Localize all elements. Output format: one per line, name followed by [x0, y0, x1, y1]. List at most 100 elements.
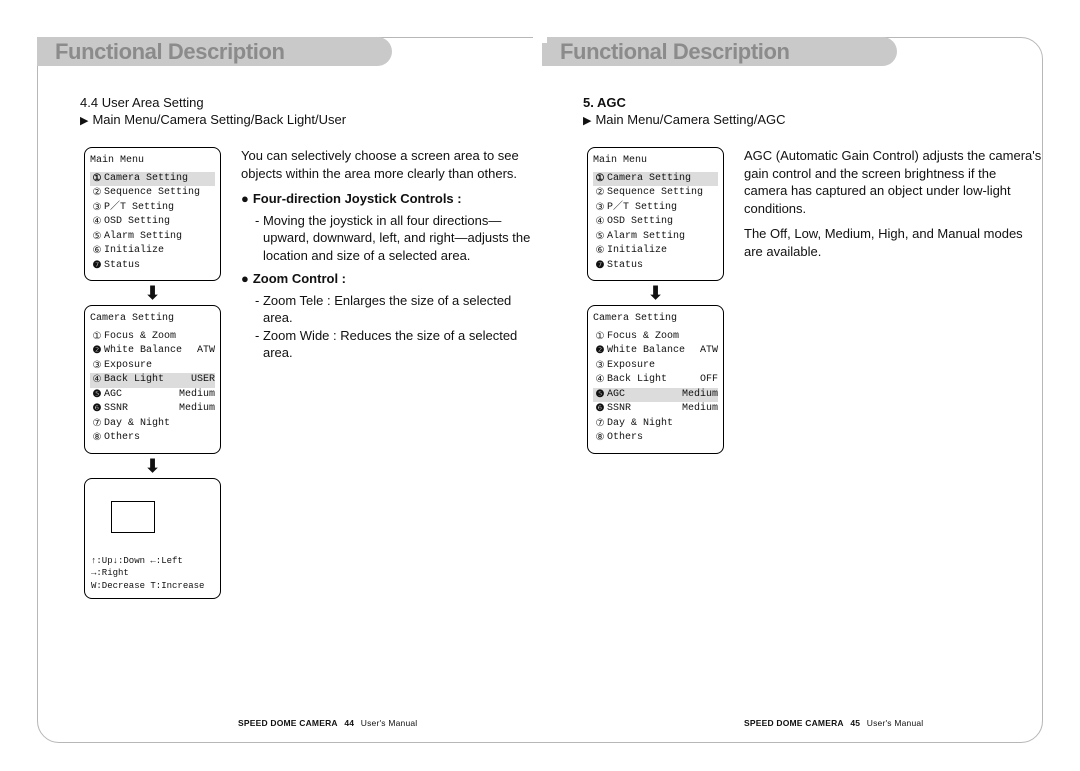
osd-row-index: ⑤: [593, 230, 607, 245]
page-frame: Functional Description Functional Descri…: [37, 37, 1043, 743]
osd-row-label: OSD Setting: [104, 215, 215, 230]
footer-doc-title: User's Manual: [867, 718, 924, 728]
osd-main-menu: Main Menu ①Camera Setting②Sequence Setti…: [84, 147, 221, 281]
osd-row-label: Others: [607, 431, 718, 446]
osd-row-index: ⑦: [90, 417, 104, 432]
osd-row-label: Back Light: [104, 373, 187, 388]
osd-menu-row: ❷White BalanceATW: [593, 344, 718, 359]
osd-row-value: ATW: [696, 344, 718, 359]
page-44: 4.4 User Area Setting ▶Main Menu/Camera …: [80, 95, 540, 700]
osd-menu-row: ①Focus & Zoom: [90, 330, 215, 345]
osd-row-label: White Balance: [104, 344, 193, 359]
osd-row-index: ❷: [90, 344, 104, 359]
list-item: - Zoom Tele : Enlarges the size of a sel…: [255, 292, 540, 327]
osd-menu-row: ❷White BalanceATW: [90, 344, 215, 359]
osd-row-value: Medium: [678, 388, 718, 403]
section-heading: 4.4 User Area Setting: [80, 95, 540, 110]
osd-box-title: Camera Setting: [90, 312, 215, 327]
preview-controls-line: ↑:Up↓:Down ←:Left →:Right: [91, 555, 214, 580]
osd-box-title: Main Menu: [90, 154, 215, 169]
osd-row-label: AGC: [104, 388, 175, 403]
footer-product: SPEED DOME CAMERA: [238, 718, 338, 728]
osd-menu-row: ③P／T Setting: [593, 201, 718, 216]
osd-camera-setting-menu: Camera Setting ①Focus & Zoom❷White Balan…: [587, 305, 724, 454]
list-item: - Moving the joystick in all four direct…: [255, 212, 540, 265]
osd-row-index: ①: [90, 330, 104, 345]
lead-paragraph: AGC (Automatic Gain Control) adjusts the…: [744, 147, 1043, 217]
body-paragraph: The Off, Low, Medium, High, and Manual m…: [744, 225, 1043, 260]
osd-menu-row: ❺AGCMedium: [90, 388, 215, 403]
osd-menu-row: ⑦Day & Night: [593, 417, 718, 432]
osd-menu-row: ❼Status: [593, 259, 718, 274]
footer-product: SPEED DOME CAMERA: [744, 718, 844, 728]
preview-controls-line: W:Decrease T:Increase: [91, 580, 214, 593]
osd-menu-row: ⑤Alarm Setting: [593, 230, 718, 245]
osd-row-label: Sequence Setting: [607, 186, 718, 201]
osd-menu-row: ❺AGCMedium: [593, 388, 718, 403]
osd-row-index: ❺: [593, 388, 607, 403]
osd-box-title: Camera Setting: [593, 312, 718, 327]
osd-row-index: ②: [90, 186, 104, 201]
osd-row-label: SSNR: [607, 402, 678, 417]
osd-row-index: ⑧: [90, 431, 104, 446]
osd-menu-row: ③P／T Setting: [90, 201, 215, 216]
osd-row-index: ❷: [593, 344, 607, 359]
section-heading: 5. AGC: [583, 95, 1043, 110]
footer-page-number: 44: [344, 718, 354, 728]
osd-row-index: ③: [593, 201, 607, 216]
osd-row-index: ④: [593, 215, 607, 230]
osd-row-index: ⑥: [593, 244, 607, 259]
osd-row-label: Focus & Zoom: [607, 330, 718, 345]
breadcrumb-arrow-icon: ▶: [583, 114, 591, 127]
osd-row-label: Focus & Zoom: [104, 330, 215, 345]
footer-doc-title: User's Manual: [361, 718, 418, 728]
osd-row-index: ①: [593, 330, 607, 345]
osd-menu-row: ①Camera Setting: [90, 172, 215, 187]
osd-row-index: ❻: [90, 402, 104, 417]
osd-row-index: ③: [593, 359, 607, 374]
osd-row-label: P／T Setting: [104, 201, 215, 216]
osd-menu-row: ③Exposure: [593, 359, 718, 374]
osd-row-value: Medium: [175, 402, 215, 417]
osd-row-index: ④: [90, 215, 104, 230]
osd-menu-row: ③Exposure: [90, 359, 215, 374]
subheading-zoom: ●Zoom Control :: [241, 270, 540, 288]
osd-row-index: ③: [90, 359, 104, 374]
list-item: - Zoom Wide : Reduces the size of a sele…: [255, 327, 540, 362]
osd-menu-column: Main Menu ①Camera Setting②Sequence Setti…: [583, 147, 728, 454]
page-footer: SPEED DOME CAMERA 44 User's Manual: [238, 718, 417, 728]
osd-row-label: Alarm Setting: [607, 230, 718, 245]
osd-row-index: ④: [90, 373, 104, 388]
osd-menu-row: ⑧Others: [90, 431, 215, 446]
osd-row-index: ⑥: [90, 244, 104, 259]
section-tab-left: Functional Description: [37, 37, 392, 66]
osd-main-menu: Main Menu ①Camera Setting②Sequence Setti…: [587, 147, 724, 281]
osd-menu-row: ❻SSNRMedium: [90, 402, 215, 417]
osd-menu-row: ④Back LightUSER: [90, 373, 215, 388]
osd-menu-row: ④OSD Setting: [593, 215, 718, 230]
osd-area-preview: ↑:Up↓:Down ←:Left →:Right W:Decrease T:I…: [84, 478, 221, 600]
osd-row-index: ①: [593, 172, 607, 187]
manual-spread: Functional Description Functional Descri…: [0, 0, 1080, 771]
description-text: AGC (Automatic Gain Control) adjusts the…: [744, 147, 1043, 264]
page-45: 5. AGC ▶Main Menu/Camera Setting/AGC Mai…: [583, 95, 1043, 700]
osd-row-value: Medium: [678, 402, 718, 417]
osd-menu-row: ④OSD Setting: [90, 215, 215, 230]
osd-row-index: ⑧: [593, 431, 607, 446]
osd-menu-row: ❻SSNRMedium: [593, 402, 718, 417]
osd-row-label: Status: [607, 259, 718, 274]
osd-row-index: ❼: [593, 259, 607, 274]
osd-menu-row: ①Focus & Zoom: [593, 330, 718, 345]
osd-row-label: Day & Night: [607, 417, 718, 432]
osd-row-label: OSD Setting: [607, 215, 718, 230]
osd-row-label: Back Light: [607, 373, 696, 388]
osd-row-index: ④: [593, 373, 607, 388]
osd-row-value: USER: [187, 373, 215, 388]
osd-row-label: Others: [104, 431, 215, 446]
osd-row-index: ⑦: [593, 417, 607, 432]
osd-row-label: Initialize: [104, 244, 215, 259]
osd-menu-row: ⑧Others: [593, 431, 718, 446]
tab-title: Functional Description: [55, 39, 285, 65]
osd-row-label: P／T Setting: [607, 201, 718, 216]
osd-row-index: ❻: [593, 402, 607, 417]
